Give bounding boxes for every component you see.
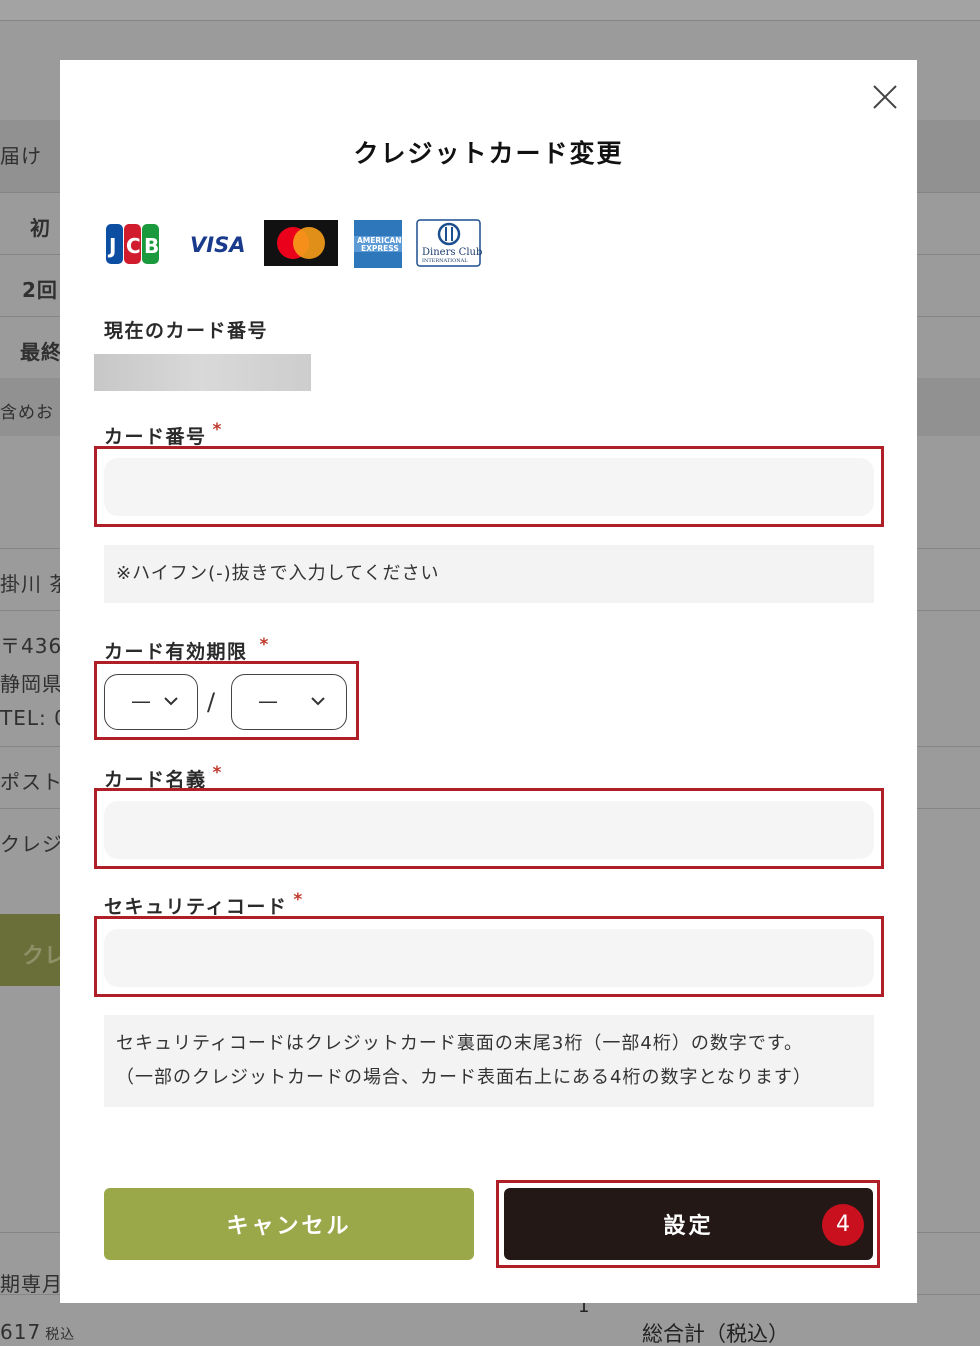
card-number-label: カード番号 * — [104, 420, 223, 448]
chevron-down-icon — [311, 697, 325, 706]
required-mark: * — [293, 890, 304, 910]
expiry-year-select[interactable]: — — [231, 674, 347, 730]
svg-text:VISA: VISA — [190, 233, 244, 257]
modal-title: クレジットカード変更 — [353, 139, 624, 168]
bg-row-text: 静岡県 — [0, 672, 63, 696]
card-number-input[interactable] — [104, 458, 874, 516]
required-mark: * — [212, 420, 223, 440]
security-code-label: セキュリティコード * — [104, 890, 304, 918]
current-card-label: 現在のカード番号 — [104, 320, 269, 342]
diners-club-logo-icon: Diners Club INTERNATIONAL — [416, 218, 482, 270]
bg-row-text: 2回 — [22, 278, 58, 302]
security-code-input[interactable] — [104, 929, 874, 987]
bg-footer-left: 期専月 — [0, 1272, 63, 1296]
cancel-button[interactable]: キャンセル — [104, 1188, 474, 1260]
required-mark: * — [212, 763, 223, 783]
bg-row-text: 含めお — [0, 403, 54, 423]
svg-text:C: C — [126, 234, 141, 258]
bg-row-text: クレジ — [0, 832, 63, 856]
chevron-down-icon — [164, 697, 178, 706]
bg-row-text: TEL: 0 — [0, 706, 68, 730]
visa-logo-icon: VISA — [188, 218, 244, 270]
bg-row-text: 初 — [30, 216, 51, 240]
security-code-hint: セキュリティコードはクレジットカード裏面の末尾3桁（一部4桁）の数字です。 （一… — [104, 1015, 874, 1107]
expiry-label: カード有効期限 * — [104, 635, 270, 663]
expiry-separator: / — [207, 688, 216, 716]
svg-text:Diners Club: Diners Club — [422, 247, 482, 258]
security-code-hint-line1: セキュリティコードはクレジットカード裏面の末尾3桁（一部4桁）の数字です。 — [116, 1033, 804, 1054]
mastercard-logo-icon — [264, 218, 338, 268]
jcb-logo-icon: J C B — [104, 218, 162, 270]
bg-row-text: ポスト — [0, 770, 63, 794]
security-code-hint-line2: （一部のクレジットカードの場合、カード表面右上にある4桁の数字となります） — [116, 1067, 812, 1088]
amex-logo-icon: AMERICAN EXPRESS — [352, 218, 404, 270]
card-name-input[interactable] — [104, 801, 874, 859]
close-icon — [873, 85, 897, 109]
current-card-number-masked — [94, 354, 311, 391]
bg-header-band — [0, 0, 980, 20]
bg-footer-price: 617 税込 — [0, 1320, 76, 1344]
expiry-year-value: — — [258, 689, 278, 713]
svg-text:INTERNATIONAL: INTERNATIONAL — [422, 258, 468, 264]
step-badge: 4 — [822, 1204, 864, 1246]
close-button[interactable] — [870, 82, 900, 112]
expiry-month-select[interactable]: — — [104, 674, 198, 730]
expiry-month-value: — — [131, 689, 151, 713]
credit-card-change-modal: クレジットカード変更 J C B VISA AMERICAN EXPRESS D… — [60, 60, 917, 1303]
svg-text:B: B — [144, 234, 159, 258]
svg-text:EXPRESS: EXPRESS — [361, 244, 399, 253]
card-number-hint: ※ハイフン(-)抜きで入力してください — [104, 545, 874, 603]
bg-row-text: 最終 — [20, 340, 62, 364]
required-mark: * — [259, 635, 270, 655]
bg-footer-total-label: 総合計（税込） — [642, 1322, 789, 1346]
submit-button[interactable]: 設定 — [504, 1188, 873, 1260]
bg-row-text: 届け — [0, 144, 42, 168]
svg-text:J: J — [107, 234, 116, 258]
